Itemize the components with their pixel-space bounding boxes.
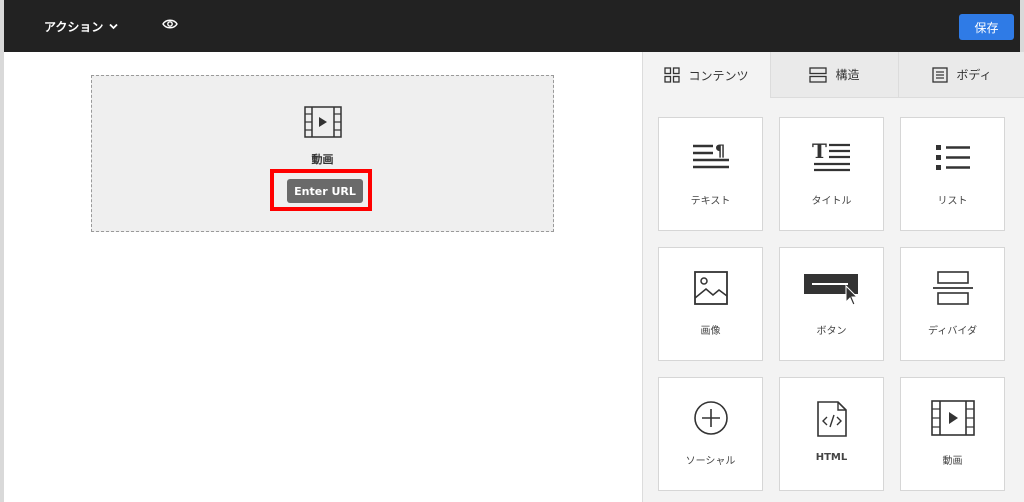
- email-canvas: 動画 Enter URL: [0, 52, 642, 502]
- tile-button[interactable]: ボタン: [779, 247, 884, 361]
- tile-label: タイトル: [811, 196, 852, 207]
- tile-social[interactable]: ソーシャル: [658, 377, 763, 491]
- enter-url-button[interactable]: Enter URL: [287, 179, 363, 203]
- tab-label: 構造: [835, 68, 860, 82]
- actions-label: アクション: [44, 20, 104, 34]
- list-icon: [935, 145, 970, 170]
- tile-text[interactable]: ¶ テキスト: [658, 117, 763, 231]
- highlight-box: Enter URL: [270, 169, 372, 211]
- tile-video[interactable]: 動画: [900, 377, 1005, 491]
- content-panel: コンテンツ 構造 ボディ ¶ テキスト T タイトル リスト 画像 ボタン ディ…: [642, 52, 1024, 502]
- video-icon: [304, 106, 342, 138]
- tile-divider[interactable]: ディバイダ: [900, 247, 1005, 361]
- divider-icon: [932, 271, 973, 305]
- structure-icon: [809, 66, 828, 83]
- tab-structure[interactable]: 構造: [771, 52, 899, 98]
- tile-label: リスト: [937, 196, 968, 207]
- svg-text:¶: ¶: [715, 141, 725, 160]
- tab-label: ボディ: [956, 68, 992, 82]
- video-icon: [930, 400, 975, 436]
- tile-title[interactable]: T タイトル: [779, 117, 884, 231]
- title-icon: T: [812, 140, 850, 172]
- html-icon: [816, 401, 847, 437]
- actions-menu[interactable]: アクション: [44, 18, 119, 35]
- plus-circle-icon: [693, 401, 728, 435]
- text-icon: ¶: [692, 141, 729, 169]
- tab-contents[interactable]: コンテンツ: [643, 52, 771, 98]
- eye-icon[interactable]: [162, 18, 178, 30]
- chevron-down-icon: [109, 23, 119, 30]
- svg-text:T: T: [812, 140, 827, 163]
- video-block[interactable]: 動画 Enter URL: [91, 75, 554, 232]
- tab-label: コンテンツ: [688, 68, 749, 83]
- top-bar: アクション 保存: [0, 0, 1024, 52]
- tab-body[interactable]: ボディ: [899, 52, 1024, 98]
- image-icon: [693, 271, 728, 305]
- tile-label: テキスト: [690, 196, 731, 207]
- panel-tabs: コンテンツ 構造 ボディ: [643, 52, 1024, 98]
- video-block-label: 動画: [311, 153, 334, 166]
- tile-list[interactable]: リスト: [900, 117, 1005, 231]
- tile-label: ソーシャル: [685, 456, 736, 467]
- tile-label: ボタン: [816, 326, 847, 337]
- button-icon: [803, 274, 858, 306]
- save-button[interactable]: 保存: [959, 14, 1014, 40]
- tile-label: ディバイダ: [928, 326, 977, 337]
- grid-icon: [664, 67, 681, 83]
- body-icon: [932, 66, 949, 83]
- tile-label: HTML: [815, 452, 848, 463]
- tile-label: 画像: [700, 326, 721, 337]
- tile-image[interactable]: 画像: [658, 247, 763, 361]
- tile-html[interactable]: HTML: [779, 377, 884, 491]
- tile-label: 動画: [942, 456, 963, 467]
